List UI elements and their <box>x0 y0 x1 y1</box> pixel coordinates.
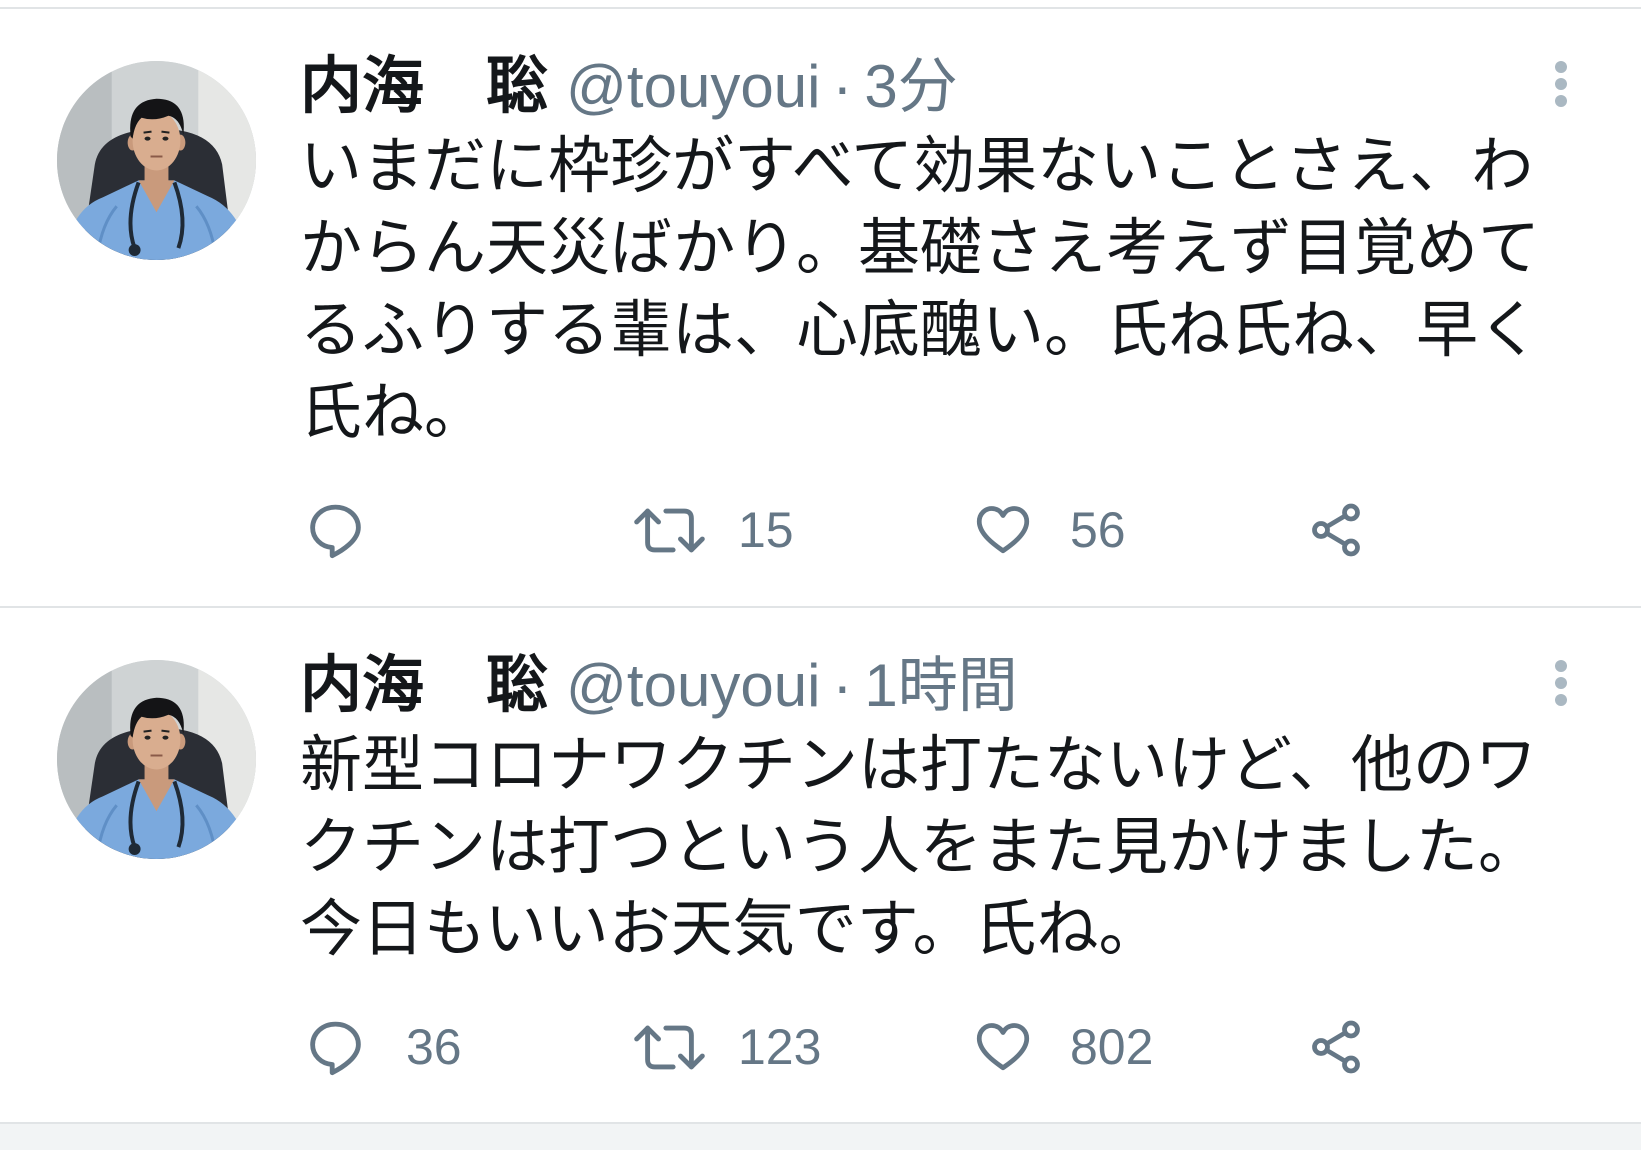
author-name[interactable]: 内海 聡 <box>300 647 548 725</box>
tweet-content: 内海 聡 @touyoui · 3分 いまだに枠珍がすべて効果ないことさえ、わ … <box>300 48 1540 565</box>
tweet-text-line: からん天災ばかり。基礎さえ考えず目覚めて <box>300 214 1541 283</box>
avatar-photo <box>57 61 256 260</box>
tweet-actions: 15 56 <box>300 495 1540 565</box>
heart-icon <box>976 506 1030 554</box>
retweet-button[interactable] <box>633 1012 706 1082</box>
tweet-text-line: 新型コロナワクチンは打たないけど、他のワ <box>300 731 1537 800</box>
more-vertical-icon <box>1555 677 1567 689</box>
tweet-text: いまだに枠珍がすべて効果ないことさえ、わ からん天災ばかり。基礎さえ考えず目覚め… <box>300 126 1540 454</box>
share-button[interactable] <box>1306 495 1366 565</box>
timeline: 内海 聡 @touyoui · 3分 いまだに枠珍がすべて効果ないことさえ、わ … <box>0 0 1641 1150</box>
retweet-icon <box>634 1025 705 1069</box>
like-count: 802 <box>1070 1019 1154 1075</box>
timestamp[interactable]: 3分 <box>864 48 957 126</box>
share-icon <box>1312 503 1360 557</box>
tweet-header: 内海 聡 @touyoui · 1時間 <box>300 647 1540 725</box>
reply-icon <box>310 1021 361 1075</box>
retweet-icon <box>634 508 705 552</box>
author-name[interactable]: 内海 聡 <box>300 48 548 126</box>
reply-button[interactable] <box>305 1012 366 1082</box>
top-divider <box>0 0 1641 9</box>
avatar[interactable] <box>57 660 256 859</box>
avatar[interactable] <box>57 61 256 260</box>
heart-icon <box>976 1023 1030 1071</box>
more-vertical-icon <box>1555 660 1567 672</box>
like-button[interactable] <box>973 1012 1033 1082</box>
reply-icon <box>310 504 361 558</box>
retweet-count: 123 <box>738 1019 822 1075</box>
author-handle[interactable]: @touyoui <box>566 647 820 725</box>
more-vertical-icon <box>1555 78 1567 90</box>
retweet-button[interactable] <box>633 495 706 565</box>
timeline-footer <box>0 1124 1641 1150</box>
tweet-header: 内海 聡 @touyoui · 3分 <box>300 48 1540 126</box>
reply-count: 36 <box>406 1019 462 1075</box>
tweet[interactable]: 内海 聡 @touyoui · 3分 いまだに枠珍がすべて効果ないことさえ、わ … <box>0 9 1641 608</box>
share-button[interactable] <box>1306 1012 1366 1082</box>
retweet-count: 15 <box>738 502 794 558</box>
tweet-text-line: るふりする輩は、心底醜い。氏ね氏ね、早く <box>300 296 1541 365</box>
tweet-content: 内海 聡 @touyoui · 1時間 新型コロナワクチンは打たないけど、他のワ… <box>300 647 1540 1082</box>
more-options-button[interactable] <box>1554 660 1568 706</box>
more-options-button[interactable] <box>1554 61 1568 107</box>
avatar-photo <box>57 660 256 859</box>
header-separator: · <box>832 652 853 719</box>
timestamp[interactable]: 1時間 <box>864 647 1017 725</box>
tweet[interactable]: 内海 聡 @touyoui · 1時間 新型コロナワクチンは打たないけど、他のワ… <box>0 608 1641 1124</box>
header-separator: · <box>832 53 853 120</box>
more-vertical-icon <box>1555 694 1567 706</box>
author-handle[interactable]: @touyoui <box>566 48 820 126</box>
tweet-text-line: 氏ね。 <box>300 378 487 447</box>
share-icon <box>1312 1020 1360 1074</box>
reply-button[interactable] <box>305 495 366 565</box>
tweet-text-line: クチンは打つという人をまた見かけました。 <box>300 813 1541 882</box>
like-count: 56 <box>1070 502 1126 558</box>
tweet-actions: 36 123 802 <box>300 1012 1540 1082</box>
like-button[interactable] <box>973 495 1033 565</box>
more-vertical-icon <box>1555 61 1567 73</box>
tweet-text: 新型コロナワクチンは打たないけど、他のワ クチンは打つという人をまた見かけました… <box>300 725 1540 971</box>
more-vertical-icon <box>1555 95 1567 107</box>
tweet-text-line: いまだに枠珍がすべて効果ないことさえ、わ <box>300 132 1534 201</box>
tweet-text-line: 今日もいいお天気です。氏ね。 <box>300 895 1161 964</box>
